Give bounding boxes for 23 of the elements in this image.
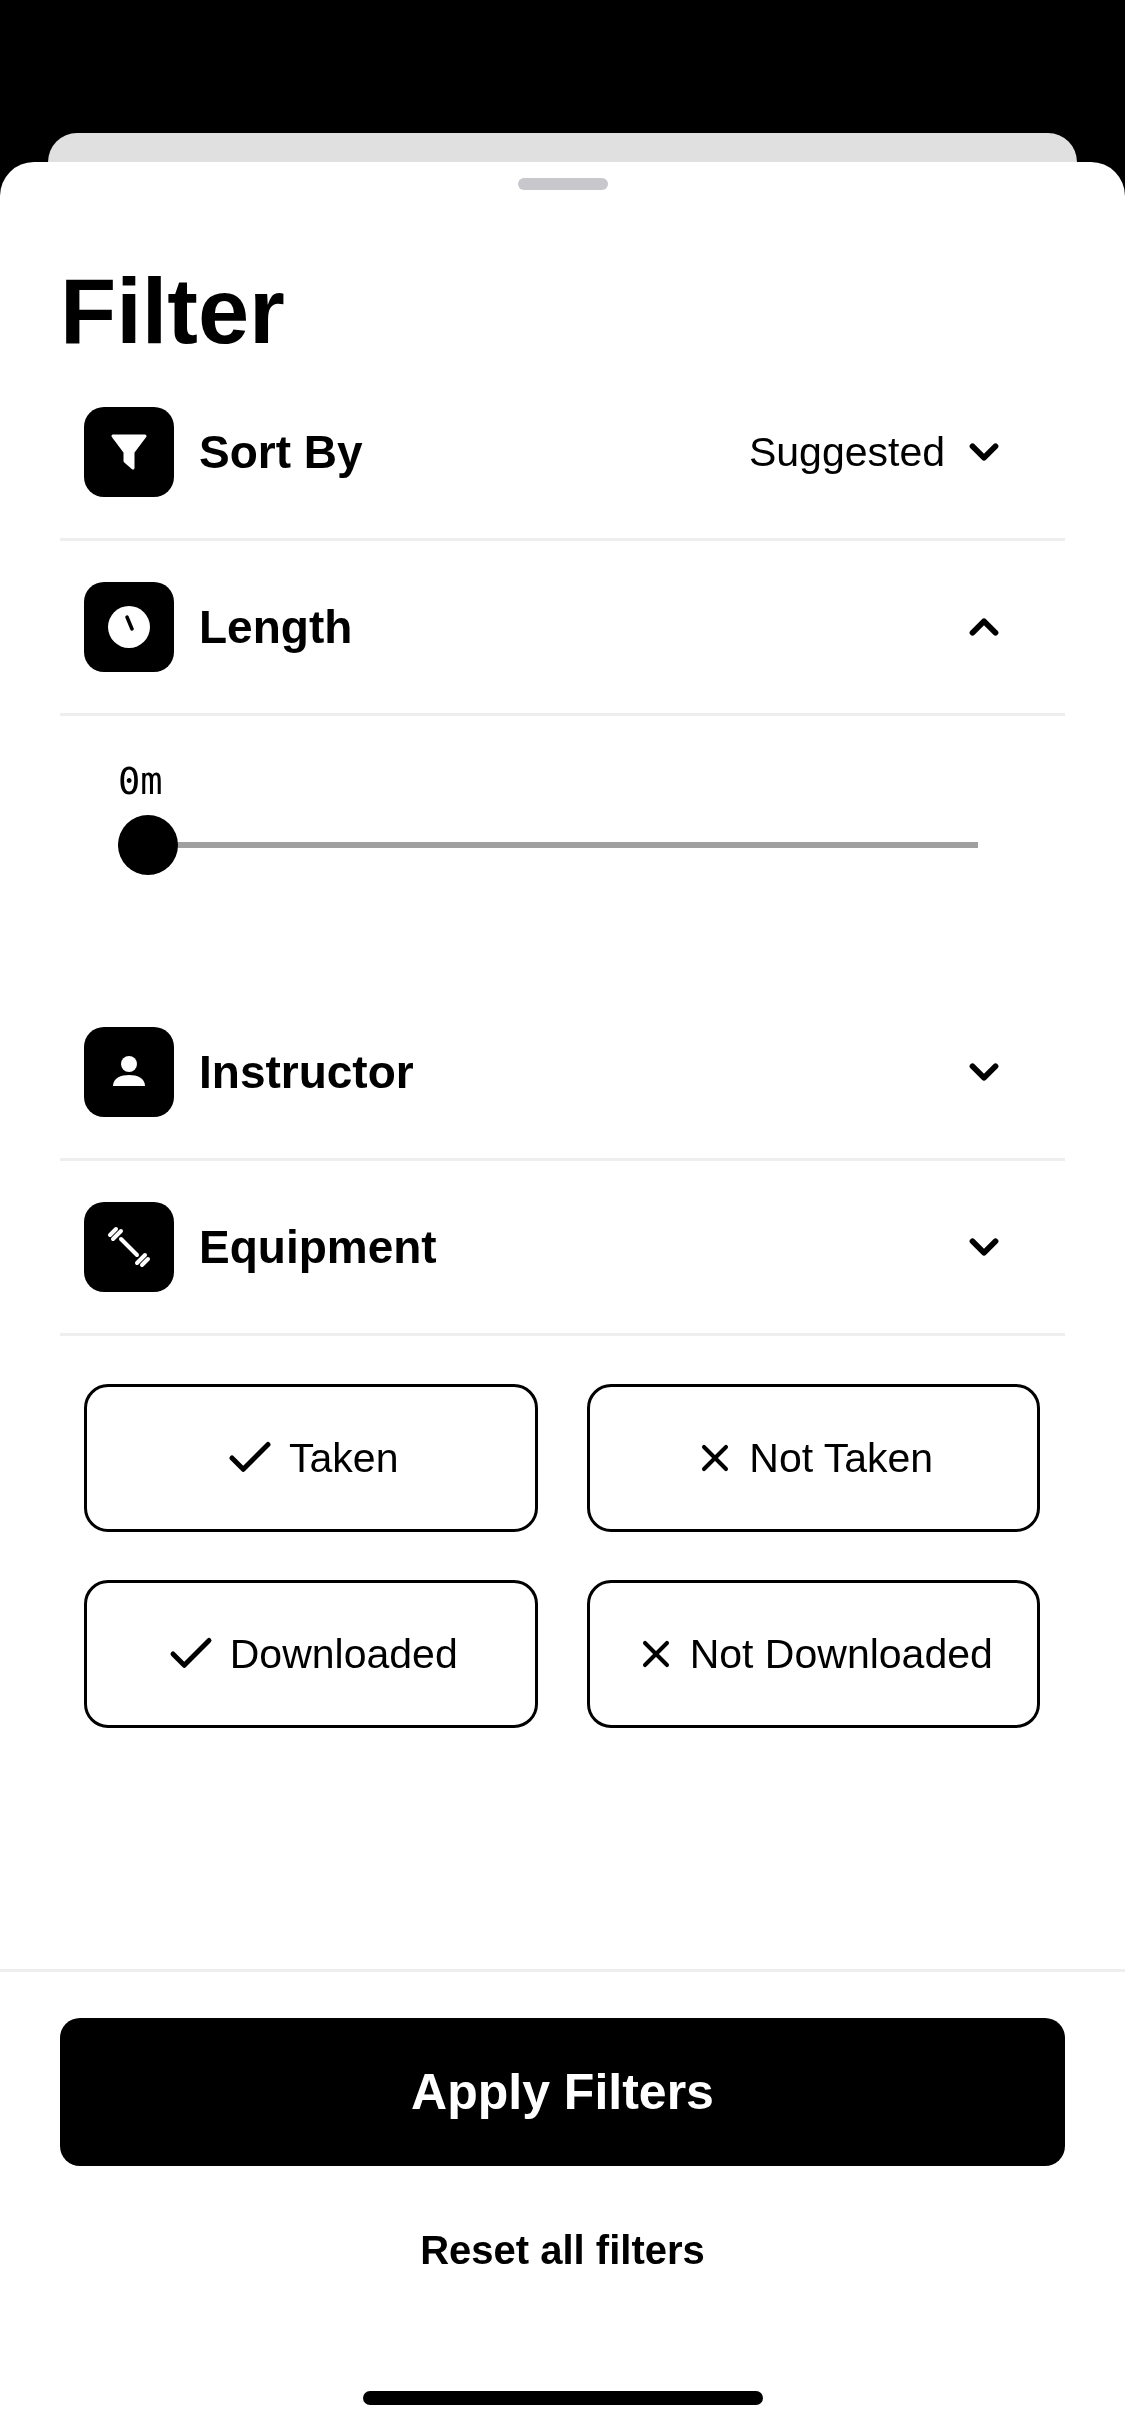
filter-row[interactable]: Sort By Suggested: [60, 366, 1065, 541]
funnel-icon: [84, 407, 174, 497]
person-icon: [84, 1027, 174, 1117]
filter-row[interactable]: Instructor: [60, 986, 1065, 1161]
filter-row[interactable]: Equipment: [60, 1161, 1065, 1336]
clock-icon: [84, 582, 174, 672]
filter-chip[interactable]: Downloaded: [84, 1580, 538, 1728]
dumbbell-icon: [84, 1202, 174, 1292]
row-label: Sort By: [199, 425, 364, 479]
sheet-title: Filter: [60, 259, 286, 364]
filter-chip[interactable]: Not Taken: [586, 1384, 1040, 1532]
length-reading: 0m: [118, 760, 163, 803]
row-label: Length: [199, 600, 354, 654]
sort-value: Suggested: [748, 428, 945, 476]
drag-handle[interactable]: [517, 178, 608, 190]
row-label: Instructor: [199, 1045, 415, 1099]
apply-button[interactable]: Apply Filters: [60, 2018, 1065, 2166]
filter-chip[interactable]: Not Downloaded: [586, 1580, 1040, 1728]
filter-chip[interactable]: Taken: [84, 1384, 538, 1532]
filter-row[interactable]: Length: [60, 541, 1065, 716]
slider-thumb[interactable]: [118, 815, 178, 875]
reset-link[interactable]: Reset all filters: [420, 2228, 705, 2273]
row-label: Equipment: [199, 1220, 438, 1274]
